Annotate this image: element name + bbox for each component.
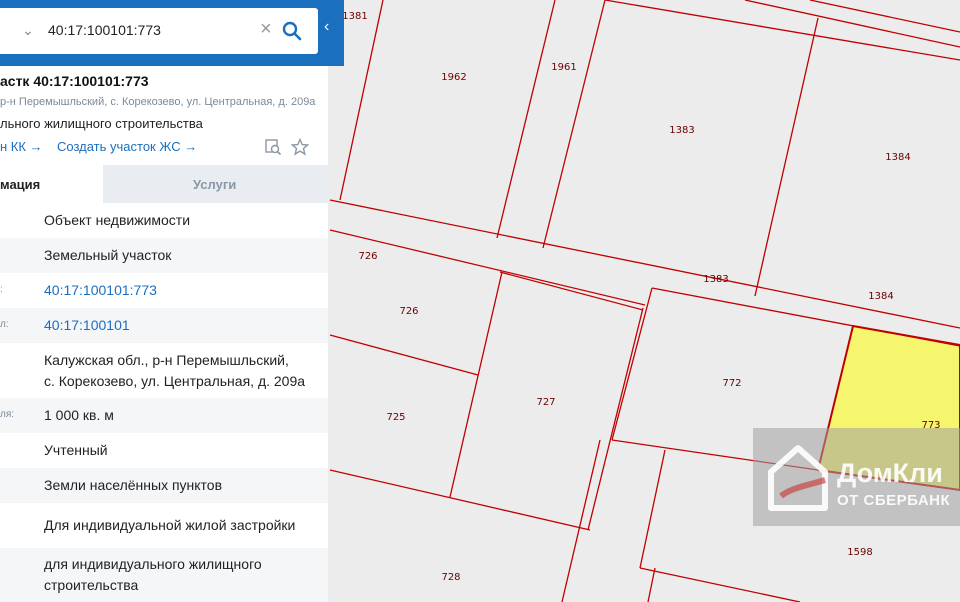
parcel-title: астк 40:17:100101:773 — [0, 73, 149, 89]
table-row: Земельный участок — [0, 238, 328, 273]
plot-number-label: 1962 — [441, 72, 466, 83]
collapse-arrow-icon[interactable]: ‹ — [324, 18, 340, 44]
search-box[interactable]: ⌄ 40:17:100101:773 × — [0, 8, 318, 54]
row-value: Объект недвижимости — [44, 212, 191, 228]
tab-services-label: Услуги — [193, 177, 237, 192]
row-value: Калужская обл., р-н Перемышльский, с. Ко… — [44, 352, 306, 389]
plot-number-label: 1598 — [847, 547, 872, 558]
table-row: для индивидуального жилищного строительс… — [0, 548, 328, 602]
parcel-address: р-н Перемышльский, с. Корекозево, ул. Це… — [0, 96, 316, 108]
table-row: Учтенный — [0, 433, 328, 468]
table-row: л: 40:17:100101 — [0, 308, 328, 343]
home-logo-icon — [768, 445, 828, 511]
watermark: ДомКли ОТ СБЕРБАНК — [753, 428, 960, 526]
info-panel: астк 40:17:100101:773 р-н Перемышльский,… — [0, 66, 328, 602]
tab-bar: мация Услуги — [0, 165, 328, 203]
row-value-link[interactable]: 40:17:100101 — [44, 315, 324, 336]
map-search-icon[interactable] — [264, 138, 282, 156]
table-row: Земли населённых пунктов — [0, 468, 328, 503]
row-value: Земельный участок — [44, 247, 172, 263]
row-value-link[interactable]: 40:17:100101:773 — [44, 280, 324, 301]
table-row: : 40:17:100101:773 — [0, 273, 328, 308]
plot-number-label: 1383 — [669, 125, 694, 136]
search-bar: ⌄ 40:17:100101:773 × ‹ — [0, 0, 344, 66]
create-plot-link[interactable]: Создать участок ЖС → — [57, 139, 197, 154]
plot-number-label: 1381 — [342, 11, 367, 22]
star-icon[interactable] — [291, 138, 309, 156]
chevron-down-icon[interactable]: ⌄ — [22, 22, 34, 39]
plot-number-label: 727 — [536, 397, 555, 408]
plot-number-label: 1961 — [551, 62, 576, 73]
table-row: Калужская обл., р-н Перемышльский, с. Ко… — [0, 343, 328, 398]
row-value: Учтенный — [44, 442, 108, 458]
watermark-subtitle: ОТ СБЕРБАНК — [837, 492, 951, 509]
search-icon[interactable] — [282, 21, 302, 41]
row-label: : — [0, 284, 3, 295]
table-row: ля: 1 000 кв. м — [0, 398, 328, 433]
row-label: ля: — [0, 409, 15, 420]
row-value: Земли населённых пунктов — [44, 477, 223, 493]
watermark-brand: ДомКли — [837, 458, 943, 488]
clear-icon[interactable]: × — [260, 18, 272, 41]
tab-information[interactable]: мация — [0, 165, 103, 203]
search-input[interactable]: 40:17:100101:773 — [48, 22, 161, 38]
plot-number-label: 725 — [386, 412, 405, 423]
table-row: Объект недвижимости — [0, 203, 328, 238]
plot-number-label: 1384 — [885, 152, 910, 163]
tab-information-label: мация — [0, 177, 41, 192]
plot-number-label: 1384 — [868, 291, 893, 302]
parcel-use: льного жилищного строительства — [0, 116, 203, 131]
row-value: Для индивидуальной жилой застройки — [44, 517, 296, 533]
row-value: для индивидуального жилищного строительс… — [44, 556, 262, 593]
plot-number-label: 728 — [441, 572, 460, 583]
row-value: 1 000 кв. м — [44, 407, 114, 423]
plot-number-label: 726 — [358, 251, 377, 262]
plot-number-label: 1383 — [703, 274, 728, 285]
row-label: л: — [0, 319, 9, 330]
tab-services[interactable]: Услуги — [103, 165, 328, 203]
kk-link[interactable]: н КК → — [0, 139, 43, 154]
table-row: Для индивидуальной жилой застройки — [0, 503, 328, 548]
plot-number-label: 726 — [399, 306, 418, 317]
plot-number-label: 772 — [722, 378, 741, 389]
